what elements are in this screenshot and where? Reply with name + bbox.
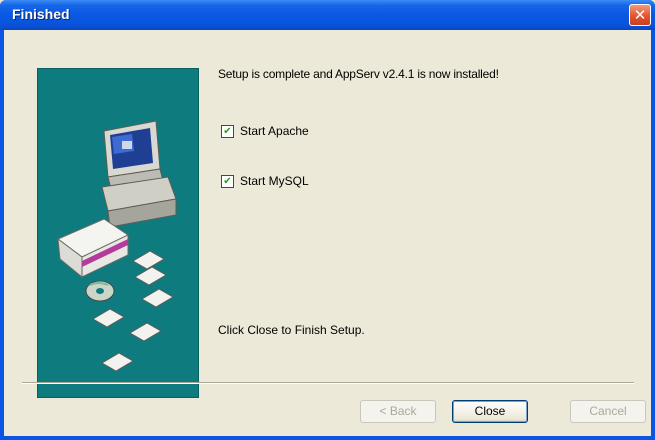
close-icon[interactable]: ✕ <box>629 4 651 26</box>
software-box-icon <box>57 218 130 279</box>
document-icons <box>92 250 174 372</box>
dialog-body: Setup is complete and AppServ v2.4.1 is … <box>4 30 651 436</box>
setup-window: Finished ✕ Setup is complete and AppServ… <box>0 0 655 440</box>
computer-icon <box>101 120 177 228</box>
title-bar[interactable]: Finished ✕ <box>0 0 655 30</box>
cancel-button[interactable]: Cancel <box>570 400 646 423</box>
start-apache-label[interactable]: Start Apache <box>240 124 309 138</box>
start-mysql-checkbox[interactable]: ✔ <box>221 174 234 188</box>
window-title: Finished <box>12 6 70 22</box>
close-button[interactable]: Close <box>452 400 528 423</box>
installer-art-icon <box>57 120 177 372</box>
finish-hint: Click Close to Finish Setup. <box>218 323 365 337</box>
back-button[interactable]: < Back <box>360 400 436 423</box>
start-apache-checkbox[interactable]: ✔ <box>221 124 234 138</box>
start-mysql-option[interactable]: ✔ Start MySQL <box>221 173 309 189</box>
setup-illustration <box>37 68 199 398</box>
cd-disc-icon <box>85 280 115 302</box>
start-apache-option[interactable]: ✔ Start Apache <box>221 123 309 139</box>
button-divider <box>22 382 634 384</box>
completion-message: Setup is complete and AppServ v2.4.1 is … <box>218 67 499 81</box>
start-mysql-label[interactable]: Start MySQL <box>240 174 309 188</box>
